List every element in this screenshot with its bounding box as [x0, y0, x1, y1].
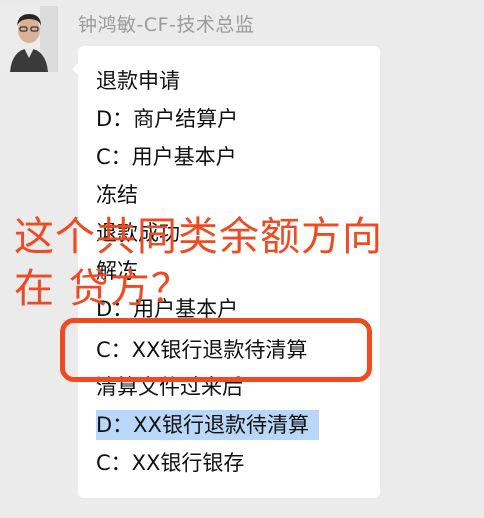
message-line: C：用户基本户	[96, 145, 237, 169]
message-line: D：商户结算户	[96, 107, 239, 131]
annotation-text-line-1: 这个共同类余额方向	[14, 214, 383, 260]
person-avatar-icon	[0, 6, 58, 72]
message-line: 冻结	[96, 183, 138, 207]
message-line-selected: D：XX银行退款待清算	[96, 410, 319, 440]
sender-name: 钟鸿敏-CF-技术总监	[78, 14, 255, 36]
annotation-highlight-box	[60, 318, 372, 382]
avatar[interactable]	[0, 6, 58, 72]
message-line: C：XX银行银存	[96, 451, 245, 475]
annotation-text-line-2: 在 贷方？	[14, 266, 192, 312]
message-line: 退款申请	[96, 69, 180, 93]
